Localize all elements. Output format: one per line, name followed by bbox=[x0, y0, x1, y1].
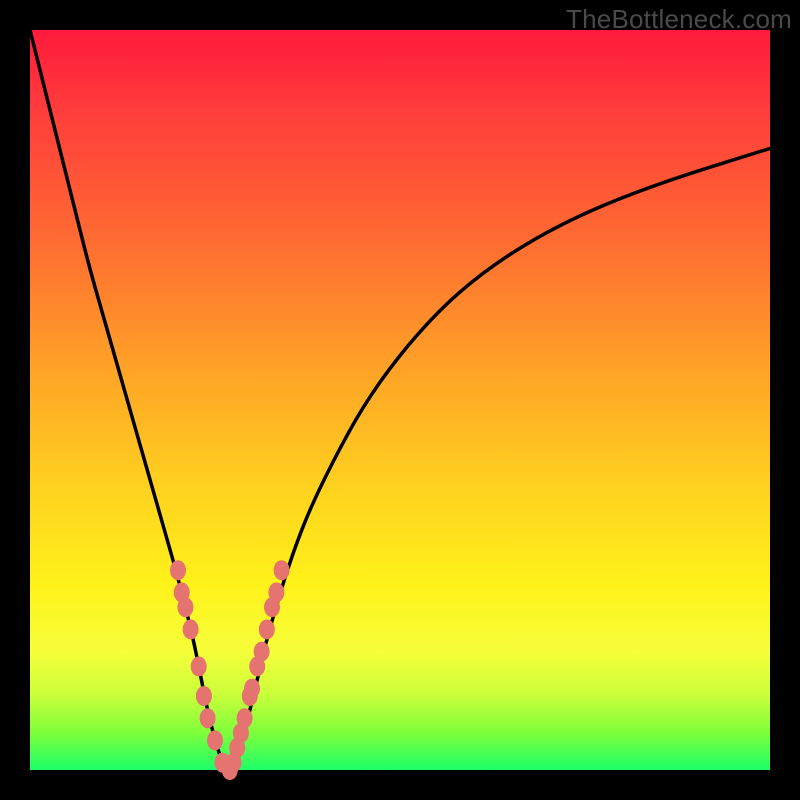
data-marker bbox=[274, 560, 290, 580]
data-marker bbox=[254, 642, 270, 662]
data-marker bbox=[200, 708, 216, 728]
data-marker bbox=[244, 679, 260, 699]
curve-right bbox=[230, 148, 770, 770]
data-marker bbox=[237, 708, 253, 728]
watermark-text: TheBottleneck.com bbox=[566, 4, 792, 35]
data-marker bbox=[170, 560, 186, 580]
data-marker bbox=[183, 619, 199, 639]
marker-group bbox=[170, 560, 290, 780]
chart-svg bbox=[30, 30, 770, 770]
data-marker bbox=[196, 686, 212, 706]
data-marker bbox=[207, 730, 223, 750]
chart-frame: TheBottleneck.com bbox=[0, 0, 800, 800]
data-marker bbox=[268, 582, 284, 602]
data-marker bbox=[191, 656, 207, 676]
data-marker bbox=[177, 597, 193, 617]
data-marker bbox=[259, 619, 275, 639]
